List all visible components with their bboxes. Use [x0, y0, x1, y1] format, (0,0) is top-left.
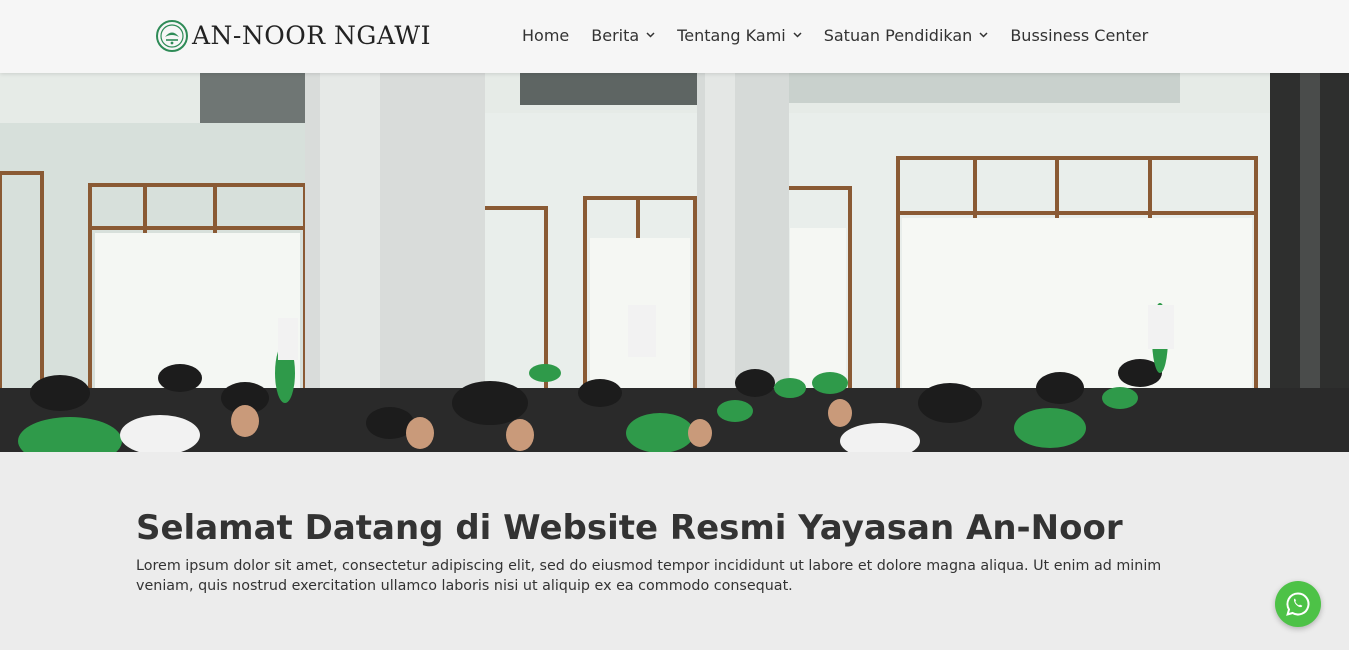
nav-item-berita[interactable]: Berita: [591, 26, 655, 45]
chevron-down-icon: [646, 32, 655, 38]
nav-item-label: Satuan Pendidikan: [823, 25, 973, 45]
nav-item-label: Bussiness Center: [1010, 25, 1149, 45]
site-header: AN-NOOR NGAWI Home Berita Tentang Kami S…: [0, 0, 1349, 73]
nav-item-home[interactable]: Home: [522, 26, 569, 45]
page-title: Selamat Datang di Website Resmi Yayasan …: [136, 508, 1123, 548]
site-logo[interactable]: AN-NOOR NGAWI: [156, 19, 431, 53]
chevron-down-icon: [793, 32, 802, 38]
main-nav: Home Berita Tentang Kami Satuan Pendidik…: [522, 0, 1148, 70]
nav-item-tentang-kami[interactable]: Tentang Kami: [677, 26, 802, 45]
logo-text: AN-NOOR NGAWI: [192, 21, 431, 50]
hero-photo-illustration: [0, 73, 1349, 452]
nav-item-label: Tentang Kami: [677, 25, 786, 45]
logo-seal-icon: [156, 20, 188, 52]
welcome-section: Selamat Datang di Website Resmi Yayasan …: [136, 506, 1196, 596]
nav-item-satuan-pendidikan[interactable]: Satuan Pendidikan: [824, 26, 989, 45]
welcome-text: Lorem ipsum dolor sit amet, consectetur …: [136, 558, 1162, 594]
nav-item-label: Berita: [591, 25, 640, 45]
nav-item-bussiness-center[interactable]: Bussiness Center: [1010, 26, 1148, 45]
chevron-down-icon: [979, 32, 988, 38]
nav-item-label: Home: [522, 25, 570, 45]
whatsapp-button[interactable]: [1275, 581, 1321, 627]
hero-image: [0, 73, 1349, 452]
whatsapp-icon: [1286, 592, 1310, 616]
